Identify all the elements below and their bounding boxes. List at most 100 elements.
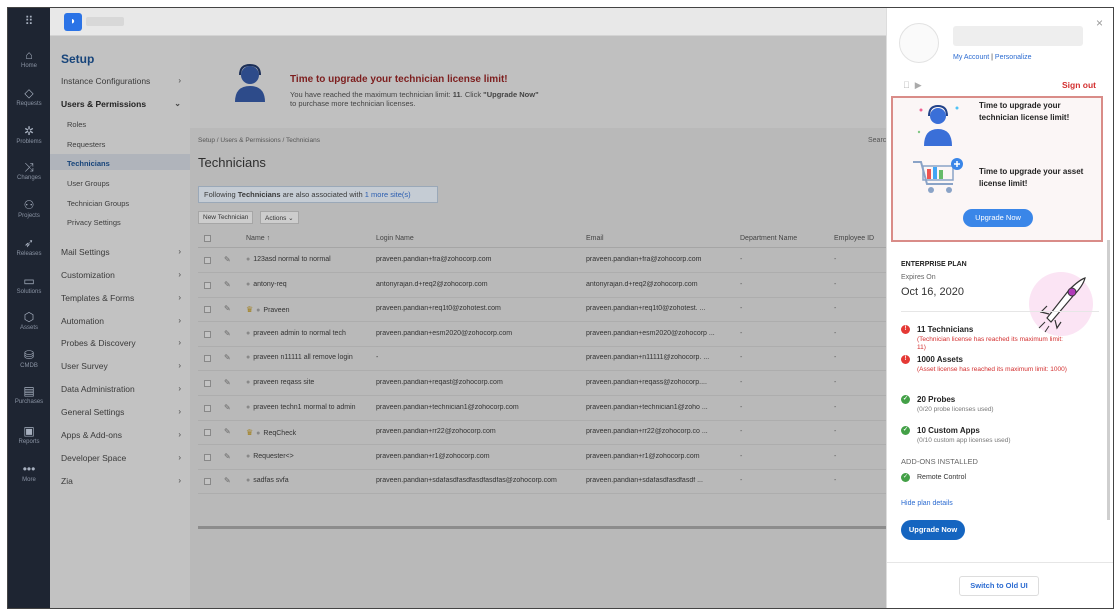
col-emp-header[interactable]: Employee ID	[834, 235, 874, 242]
cell-name[interactable]: ● Requester<>	[246, 453, 294, 460]
panel-scrollbar[interactable]	[1107, 240, 1110, 520]
rail-item-2[interactable]: ◇ Requests	[8, 86, 50, 109]
setup-nav-item[interactable]: User Survey ›	[61, 361, 189, 371]
col-email-header[interactable]: Email	[586, 235, 604, 242]
col-dept-header[interactable]: Department Name	[740, 235, 797, 242]
edit-pencil-icon[interactable]: ✎	[224, 329, 231, 338]
row-checkbox[interactable]	[204, 453, 211, 461]
close-icon[interactable]: ×	[1096, 16, 1103, 30]
edit-pencil-icon[interactable]: ✎	[224, 353, 231, 362]
technician-name[interactable]: ReqCheck	[263, 430, 296, 437]
table-row[interactable]: ✎ ● 123asd normal to normal praveen.pandian…	[198, 249, 886, 273]
rail-item-11[interactable]: ▣ Reports	[8, 424, 50, 447]
technician-name[interactable]: Requester<>	[253, 453, 293, 460]
table-row[interactable]: ✎ ● Requester<> praveen.pandian+r1@zohocorp…	[198, 446, 886, 470]
setup-subnav-item[interactable]: Requesters	[67, 140, 105, 149]
apple-icon[interactable]: 	[903, 80, 910, 90]
setup-nav-item[interactable]: Zia ›	[61, 476, 189, 486]
table-row[interactable]: ✎ ● praveen reqass site praveen.pandian+req…	[198, 372, 886, 396]
switch-old-ui-button[interactable]: Switch to Old UI	[959, 576, 1039, 596]
search-input[interactable]: Searc	[868, 137, 886, 144]
rail-item-1[interactable]: ⌂ Home	[8, 48, 50, 71]
row-checkbox[interactable]	[204, 478, 211, 486]
table-row[interactable]: ✎ ● praveen n11111 all remove login - pravee…	[198, 347, 886, 372]
actions-dropdown[interactable]: Actions ⌄	[260, 211, 299, 224]
table-row[interactable]: ✎ ♛ ● Praveen praveen.pandian+req1t0@zohotes…	[198, 298, 886, 323]
app-logo-icon[interactable]: ◗	[64, 13, 82, 31]
technician-name[interactable]: praveen admin to normal tech	[253, 330, 346, 337]
edit-pencil-icon[interactable]: ✎	[224, 255, 231, 264]
setup-nav-item[interactable]: General Settings ›	[61, 407, 189, 417]
edit-pencil-icon[interactable]: ✎	[224, 452, 231, 461]
technician-name[interactable]: sadfas svfa	[253, 477, 288, 484]
table-row[interactable]: ✎ ● praveen admin to normal tech praveen.pa…	[198, 323, 886, 347]
setup-nav-item[interactable]: Developer Space ›	[61, 453, 189, 463]
table-row[interactable]: ✎ ● antony-req antonyrajan.d+req2@zohocorp.…	[198, 274, 886, 298]
col-login-header[interactable]: Login Name	[376, 235, 414, 242]
setup-nav-item[interactable]: Instance Configurations ›	[61, 76, 189, 86]
col-name-header[interactable]: Name ↑	[246, 235, 270, 242]
table-row[interactable]: ✎ ● praveen techn1 mormal to admin praveen.…	[198, 397, 886, 421]
setup-nav-item[interactable]: Customization ›	[61, 270, 189, 280]
edit-pencil-icon[interactable]: ✎	[224, 427, 231, 436]
row-checkbox[interactable]	[204, 281, 211, 289]
technician-name[interactable]: praveen reqass site	[253, 379, 314, 386]
setup-nav-item[interactable]: Mail Settings ›	[61, 247, 189, 257]
cell-name[interactable]: ● praveen admin to normal tech	[246, 330, 346, 337]
breadcrumb[interactable]: Setup / Users & Permissions / Technician…	[198, 137, 320, 144]
rail-item-12[interactable]: ••• More	[8, 462, 50, 485]
setup-subnav-item[interactable]: Privacy Settings	[67, 218, 121, 227]
setup-subnav-item[interactable]: Technician Groups	[67, 199, 129, 208]
setup-nav-item[interactable]: Apps & Add-ons ›	[61, 430, 189, 440]
edit-pencil-icon[interactable]: ✎	[224, 304, 231, 313]
row-checkbox[interactable]	[204, 330, 211, 338]
technician-name[interactable]: praveen n11111 all remove login	[253, 354, 353, 361]
sign-out-link[interactable]: Sign out	[1062, 80, 1096, 90]
row-checkbox[interactable]	[204, 355, 211, 363]
row-checkbox[interactable]	[204, 306, 211, 314]
rail-item-6[interactable]: ➶ Releases	[8, 236, 50, 259]
row-checkbox[interactable]	[204, 257, 211, 264]
technician-name[interactable]: antony-req	[253, 281, 286, 288]
rail-item-8[interactable]: ⬡ Assets	[8, 310, 50, 333]
setup-nav-item[interactable]: Templates & Forms ›	[61, 293, 189, 303]
cell-name[interactable]: ♛ ● ReqCheck	[246, 428, 296, 437]
select-all-checkbox[interactable]	[204, 235, 211, 244]
cell-name[interactable]: ● praveen n11111 all remove login	[246, 354, 353, 361]
setup-subnav-item[interactable]: Roles	[67, 120, 86, 129]
cell-name[interactable]: ♛ ● Praveen	[246, 305, 289, 314]
cell-name[interactable]: ● praveen techn1 mormal to admin	[246, 404, 356, 411]
edit-pencil-icon[interactable]: ✎	[224, 403, 231, 412]
new-technician-button[interactable]: New Technician	[198, 211, 254, 224]
cell-name[interactable]: ● 123asd normal to normal	[246, 256, 331, 263]
card-upgrade-button[interactable]: Upgrade Now	[963, 209, 1033, 227]
rail-item-4[interactable]: ⤨ Changes	[8, 160, 50, 183]
table-row[interactable]: ✎ ● sadfas svfa praveen.pandian+sdafasdfasd…	[198, 470, 886, 495]
row-checkbox[interactable]	[204, 380, 211, 387]
cell-name[interactable]: ● praveen reqass site	[246, 379, 314, 386]
setup-subnav-item[interactable]: Technicians	[67, 159, 110, 168]
table-row[interactable]: ✎ ♛ ● ReqCheck praveen.pandian+rr22@zohocorp…	[198, 421, 886, 446]
setup-subnav-item[interactable]: User Groups	[67, 179, 110, 188]
my-account-link[interactable]: My Account	[953, 54, 989, 61]
row-checkbox[interactable]	[204, 404, 211, 412]
cell-name[interactable]: ● antony-req	[246, 281, 287, 288]
rail-item-7[interactable]: ▭ Solutions	[8, 274, 50, 297]
play-store-icon[interactable]: ▶	[915, 80, 922, 90]
technician-name[interactable]: Praveen	[263, 307, 289, 314]
rail-item-9[interactable]: ⛁ CMDB	[8, 348, 50, 371]
rail-item-3[interactable]: ✲ Problems	[8, 124, 50, 147]
setup-nav-item[interactable]: Automation ›	[61, 316, 189, 326]
edit-pencil-icon[interactable]: ✎	[224, 280, 231, 289]
cell-name[interactable]: ● sadfas svfa	[246, 477, 289, 484]
rail-item-10[interactable]: ▤ Purchases	[8, 384, 50, 407]
more-sites-link[interactable]: 1 more site(s)	[365, 190, 411, 199]
rail-item-5[interactable]: ⚇ Projects	[8, 198, 50, 221]
edit-pencil-icon[interactable]: ✎	[224, 378, 231, 387]
setup-nav-item[interactable]: Probes & Discovery ›	[61, 338, 189, 348]
setup-nav-item[interactable]: Users & Permissions ⌄	[61, 99, 189, 109]
personalize-link[interactable]: Personalize	[995, 54, 1032, 61]
setup-nav-item[interactable]: Data Administration ›	[61, 384, 189, 394]
horizontal-scrollbar[interactable]	[198, 526, 886, 529]
row-checkbox[interactable]	[204, 429, 211, 437]
